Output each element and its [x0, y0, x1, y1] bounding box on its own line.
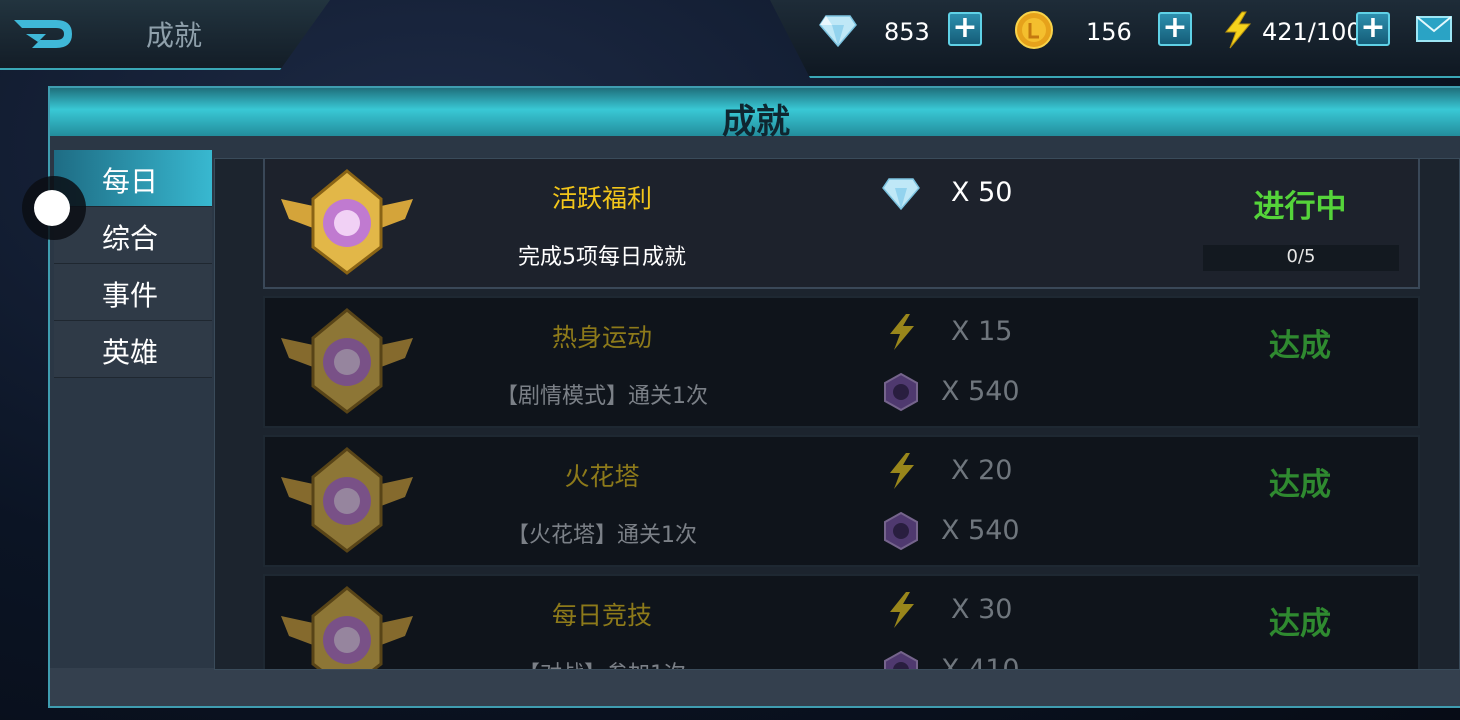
achievement-row[interactable]: 活跃福利 完成5项每日成就 X 50 进行中 0/5: [263, 159, 1420, 289]
medal-icon: [281, 169, 413, 275]
reward-amount: X 540: [941, 376, 1020, 407]
panel-footer: [50, 668, 1460, 706]
panel-title: 成就: [722, 102, 790, 142]
diamond-count-wrap: 853: [884, 10, 930, 54]
achievement-desc: 【剧情模式】通关1次: [496, 384, 708, 409]
tab-heroes[interactable]: 英雄: [54, 321, 212, 378]
lightning-icon: [890, 592, 914, 628]
achievement-row[interactable]: 热身运动 【剧情模式】通关1次 X 15 X 540 达成: [263, 296, 1420, 428]
add-coin-button[interactable]: +: [1158, 12, 1192, 46]
lightning-icon: [890, 314, 914, 350]
achievement-name: 活跃福利: [551, 184, 652, 213]
reward-amount: X 50: [951, 177, 1013, 208]
reward-amount: X 540: [941, 515, 1020, 546]
coin-icon: [1015, 11, 1053, 49]
reward-amount: X 15: [951, 316, 1013, 347]
achievement-desc: 【火花塔】通关1次: [507, 523, 697, 548]
tab-events[interactable]: 事件: [54, 264, 212, 321]
achievement-desc: 完成5项每日成就: [518, 245, 686, 270]
energy-count-wrap: 421/100: [1262, 10, 1362, 54]
coin-count-wrap: 156: [1086, 10, 1132, 54]
achievements-screen: 成就 853 + 156 + 421/100 + 成就 每日 综合 事件 英雄 …: [0, 0, 1460, 720]
diamond-count: 853: [884, 18, 930, 46]
tab-label: 每日: [102, 165, 159, 198]
energy-count: 421/100: [1262, 18, 1362, 46]
top-bar: 成就 853 + 156 + 421/100 +: [0, 0, 1460, 78]
floating-toggle[interactable]: [22, 176, 86, 240]
medal-icon: [281, 308, 413, 414]
panel-header: 成就: [50, 88, 1460, 142]
lightning-icon: [1224, 11, 1252, 49]
reward-amount: X 410: [941, 654, 1020, 670]
tab-label: 事件: [102, 279, 159, 312]
add-energy-button[interactable]: +: [1356, 12, 1390, 46]
hero-token-icon: [884, 511, 918, 551]
achievement-list[interactable]: 活跃福利 完成5项每日成就 X 50 进行中 0/5 热身运动 【剧情模式】通关…: [214, 158, 1460, 670]
back-arrow-icon[interactable]: [10, 12, 76, 56]
page-title: 成就: [146, 19, 203, 52]
reward-amount: X 20: [951, 455, 1013, 486]
achievement-desc: 【对战】参加1次: [445, 656, 759, 669]
status-label: 进行中: [1253, 189, 1347, 225]
progress-bar: 0/5: [1203, 245, 1399, 271]
add-diamond-button[interactable]: +: [948, 12, 982, 46]
diamond-icon: [882, 178, 920, 211]
toggle-dot: [34, 190, 70, 226]
tab-label: 综合: [102, 222, 159, 255]
achievement-name: 热身运动: [551, 323, 652, 352]
achievement-row[interactable]: 每日竞技 【对战】参加1次 X 30 X 410 达成: [263, 574, 1420, 670]
status-label: 达成: [1269, 328, 1331, 364]
mail-icon[interactable]: [1416, 16, 1452, 42]
status-label: 达成: [1269, 606, 1331, 642]
lightning-icon: [890, 453, 914, 489]
progress-text: 0/5: [1286, 246, 1316, 267]
hero-token-icon: [884, 650, 918, 669]
medal-icon: [281, 447, 413, 553]
achievement-row[interactable]: 火花塔 【火花塔】通关1次 X 20 X 540 达成: [263, 435, 1420, 567]
hero-token-icon: [884, 372, 918, 412]
status-label: 达成: [1269, 467, 1331, 503]
achievement-name: 火花塔: [564, 462, 640, 491]
category-tabs: 每日 综合 事件 英雄: [54, 150, 212, 378]
diamond-icon: [819, 15, 857, 48]
coin-count: 156: [1086, 18, 1132, 46]
medal-icon: [281, 586, 413, 669]
achievement-name: 每日竞技: [551, 601, 652, 630]
tab-label: 英雄: [102, 336, 159, 369]
reward-amount: X 30: [951, 594, 1013, 625]
